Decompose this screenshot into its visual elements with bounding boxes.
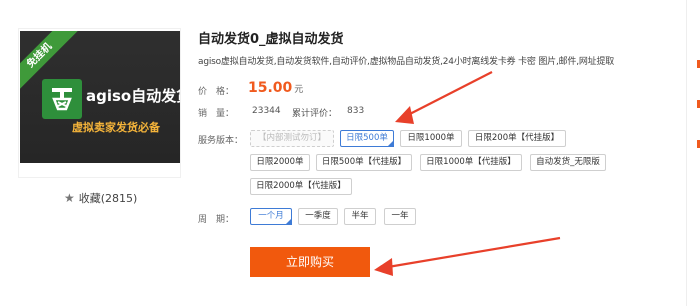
favorite-button[interactable]: ★ 收藏(2815) (64, 190, 137, 206)
sales-value: 23344 (252, 106, 281, 116)
press-icon (42, 79, 82, 119)
price-unit: 元 (294, 85, 304, 95)
period-option-quarter[interactable]: 一季度 (298, 208, 338, 225)
price-amount: 15.00 (248, 80, 293, 96)
sales-label: 销 量： (198, 109, 235, 119)
service-option-2000[interactable]: 日限2000单 (250, 154, 310, 171)
reviews-value: 833 (347, 106, 365, 116)
service-option-2000-agent[interactable]: 日限2000单【代挂版】 (250, 178, 352, 195)
brand-subtext: 虚拟卖家发货必备 (72, 121, 160, 134)
period-option-year[interactable]: 一年 (384, 208, 416, 225)
service-option-1000-agent[interactable]: 日限1000单【代挂版】 (420, 154, 522, 171)
product-description: agiso虚拟自动发货,自动发货软件,自动评价,虚拟物品自动发货,24小时离线发… (198, 57, 615, 67)
right-sidebar-edge (686, 0, 700, 306)
price-label: 价 格： (198, 87, 235, 97)
price-value: 15.00 元 (248, 80, 303, 96)
service-option-unlimited[interactable]: 自动发货_无限版 (530, 154, 606, 171)
service-option-500-agent[interactable]: 日限500单【代挂版】 (316, 154, 412, 171)
period-option-month[interactable]: 一个月 (250, 208, 292, 225)
product-title: 自动发货0_虚拟自动发货 (198, 32, 344, 47)
service-option-200-agent[interactable]: 日限200单【代挂版】 (468, 130, 566, 147)
service-option-1000[interactable]: 日限1000单 (400, 130, 462, 147)
product-image: 免挂机 agiso自动发货 虚拟卖家发货必备 (20, 31, 180, 163)
buy-now-button[interactable]: 立即购买 (250, 247, 370, 277)
product-image-card: 免挂机 agiso自动发货 虚拟卖家发货必备 (18, 28, 181, 178)
period-label: 周 期： (198, 215, 235, 225)
reviews-label: 累计评价： (292, 109, 338, 119)
service-option-500[interactable]: 日限500单 (340, 130, 394, 147)
brand-text: agiso自动发货 (86, 87, 180, 105)
service-label: 服务版本： (198, 136, 244, 146)
period-option-half-year[interactable]: 半年 (344, 208, 376, 225)
star-icon: ★ (64, 191, 75, 205)
favorite-label: 收藏(2815) (78, 192, 138, 205)
service-option-internal-test[interactable]: 【内部测试勿订】 (250, 130, 334, 147)
